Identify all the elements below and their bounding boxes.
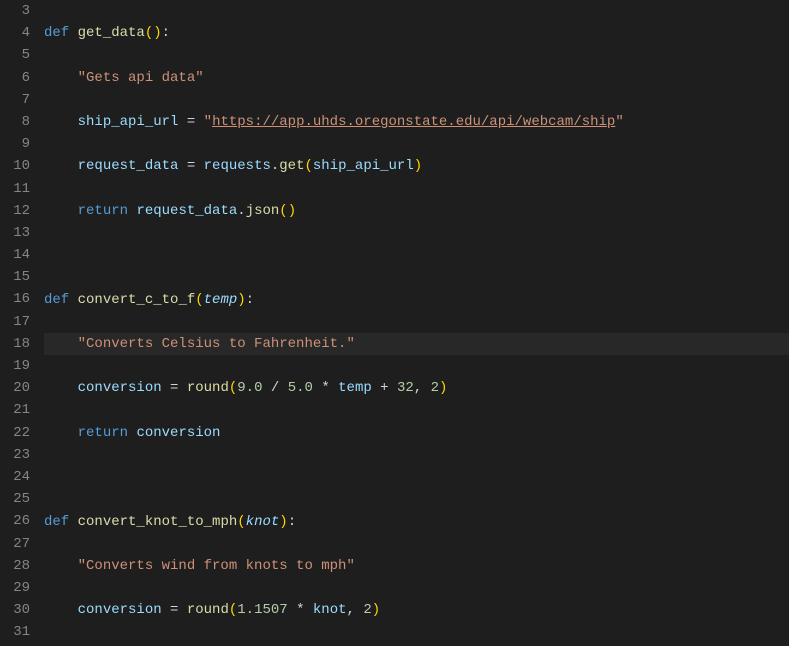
code-line	[44, 466, 789, 488]
line-number: 21	[0, 399, 30, 421]
line-number: 17	[0, 311, 30, 333]
line-number: 29	[0, 577, 30, 599]
code-line: return request_data.json()	[44, 200, 789, 222]
line-number: 19	[0, 355, 30, 377]
line-number: 9	[0, 133, 30, 155]
line-number: 23	[0, 444, 30, 466]
line-number: 13	[0, 222, 30, 244]
line-number: 18	[0, 333, 30, 355]
code-line: def convert_c_to_f(temp):	[44, 289, 789, 311]
code-line	[44, 244, 789, 266]
line-number: 6	[0, 67, 30, 89]
code-line: ship_api_url = "https://app.uhds.oregons…	[44, 111, 789, 133]
code-line: "Converts wind from knots to mph"	[44, 555, 789, 577]
code-line: conversion = round(9.0 / 5.0 * temp + 32…	[44, 377, 789, 399]
line-number: 30	[0, 599, 30, 621]
line-number: 8	[0, 111, 30, 133]
line-number: 25	[0, 488, 30, 510]
line-number: 26	[0, 510, 30, 532]
line-number: 3	[0, 0, 30, 22]
line-number: 28	[0, 555, 30, 577]
line-number: 20	[0, 377, 30, 399]
code-line: def convert_knot_to_mph(knot):	[44, 511, 789, 533]
line-number: 10	[0, 155, 30, 177]
line-number: 14	[0, 244, 30, 266]
line-number: 31	[0, 621, 30, 643]
code-area[interactable]: def get_data(): "Gets api data" ship_api…	[44, 0, 789, 646]
line-number: 22	[0, 422, 30, 444]
line-number: 11	[0, 178, 30, 200]
line-number: 27	[0, 533, 30, 555]
line-number: 16	[0, 288, 30, 310]
code-line: request_data = requests.get(ship_api_url…	[44, 155, 789, 177]
code-line: "Converts Celsius to Fahrenheit."	[44, 333, 789, 355]
code-editor[interactable]: 3456789101112131415161718192021222324252…	[0, 0, 789, 646]
line-number: 15	[0, 266, 30, 288]
line-number: 5	[0, 44, 30, 66]
line-number: 12	[0, 200, 30, 222]
line-number: 4	[0, 22, 30, 44]
line-number: 24	[0, 466, 30, 488]
code-line: "Gets api data"	[44, 67, 789, 89]
line-number: 7	[0, 89, 30, 111]
line-number-gutter: 3456789101112131415161718192021222324252…	[0, 0, 44, 646]
code-line: return conversion	[44, 422, 789, 444]
code-line: conversion = round(1.1507 * knot, 2)	[44, 599, 789, 621]
code-line: def get_data():	[44, 22, 789, 44]
